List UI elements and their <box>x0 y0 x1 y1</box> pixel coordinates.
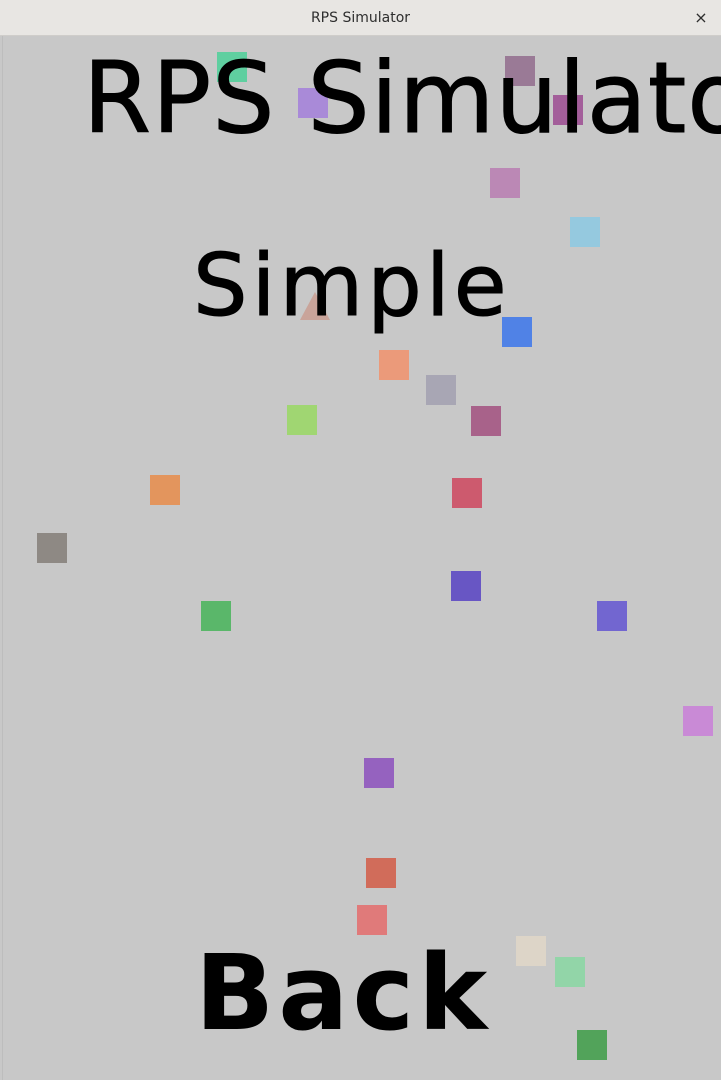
game-title: RPS Simulator <box>83 42 721 157</box>
sprite <box>37 533 67 563</box>
sprite <box>555 957 585 987</box>
sprite <box>577 1030 607 1060</box>
sprite <box>452 478 482 508</box>
sprite <box>471 406 501 436</box>
sprite <box>366 858 396 888</box>
sprite <box>379 350 409 380</box>
app-window: RPS Simulator × RPS Simulator Simple Bac… <box>0 0 721 1080</box>
sprite <box>287 405 317 435</box>
sprite <box>201 601 231 631</box>
sprite <box>150 475 180 505</box>
sprite <box>597 601 627 631</box>
mode-selector-button[interactable]: Simple <box>193 236 511 337</box>
back-button[interactable]: Back <box>195 932 491 1054</box>
sprite <box>451 571 481 601</box>
sprite <box>357 905 387 935</box>
sprite <box>364 758 394 788</box>
window-titlebar: RPS Simulator × <box>0 0 721 36</box>
game-canvas: RPS Simulator Simple Back <box>2 36 721 1080</box>
sprite <box>570 217 600 247</box>
sprite <box>426 375 456 405</box>
sprite <box>516 936 546 966</box>
sprite <box>683 706 713 736</box>
sprite <box>490 168 520 198</box>
close-icon[interactable]: × <box>689 6 713 30</box>
window-title: RPS Simulator <box>310 10 411 26</box>
